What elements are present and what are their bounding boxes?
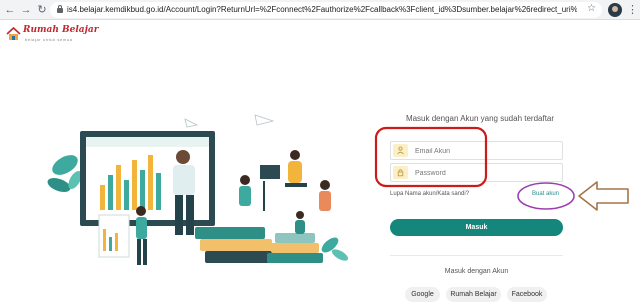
url-text[interactable]: is4.belajar.kemdikbud.go.id/Account/Logi… — [67, 4, 577, 16]
logo-title: Rumah Belajar — [23, 25, 99, 35]
rumah-belajar-login-button[interactable]: Rumah Belajar — [446, 287, 501, 302]
email-field[interactable] — [390, 141, 563, 160]
address-bar[interactable]: is4.belajar.kemdikbud.go.id/Account/Logi… — [50, 2, 602, 18]
login-button[interactable]: Masuk — [390, 219, 563, 236]
lock-icon — [57, 5, 63, 13]
divider — [390, 255, 563, 256]
back-arrow-icon[interactable]: ← — [3, 3, 17, 17]
house-logo-icon — [6, 26, 21, 40]
profile-avatar-icon[interactable] — [608, 3, 622, 17]
people-learning-illustration — [47, 114, 349, 265]
forgot-credentials-link[interactable]: Lupa Nama akun/Kata sandi? — [390, 191, 469, 197]
kebab-menu-icon[interactable]: ⋮ — [627, 3, 638, 16]
facebook-login-button[interactable]: Facebook — [507, 287, 547, 302]
reload-icon[interactable]: ↻ — [35, 3, 49, 17]
logo-subtitle: belajar untuk semua — [25, 37, 73, 42]
arrow-annotation — [578, 181, 629, 211]
google-login-button[interactable]: Google — [405, 287, 440, 302]
lock-icon — [393, 166, 408, 179]
login-heading: Masuk dengan Akun yang sudah terdaftar — [405, 114, 555, 123]
site-logo[interactable]: Rumah Belajar belajar untuk semua — [6, 24, 98, 46]
social-login-heading: Masuk dengan Akun — [444, 268, 509, 275]
browser-toolbar: ← → ↻ is4.belajar.kemdikbud.go.id/Accoun… — [0, 0, 640, 20]
star-icon[interactable]: ☆ — [587, 3, 596, 14]
forward-arrow-icon[interactable]: → — [19, 3, 33, 17]
email-input[interactable] — [415, 145, 555, 157]
user-icon — [393, 144, 408, 157]
create-account-link[interactable]: Buat akun — [532, 191, 559, 197]
password-input[interactable] — [415, 167, 555, 179]
password-field[interactable] — [390, 163, 563, 182]
